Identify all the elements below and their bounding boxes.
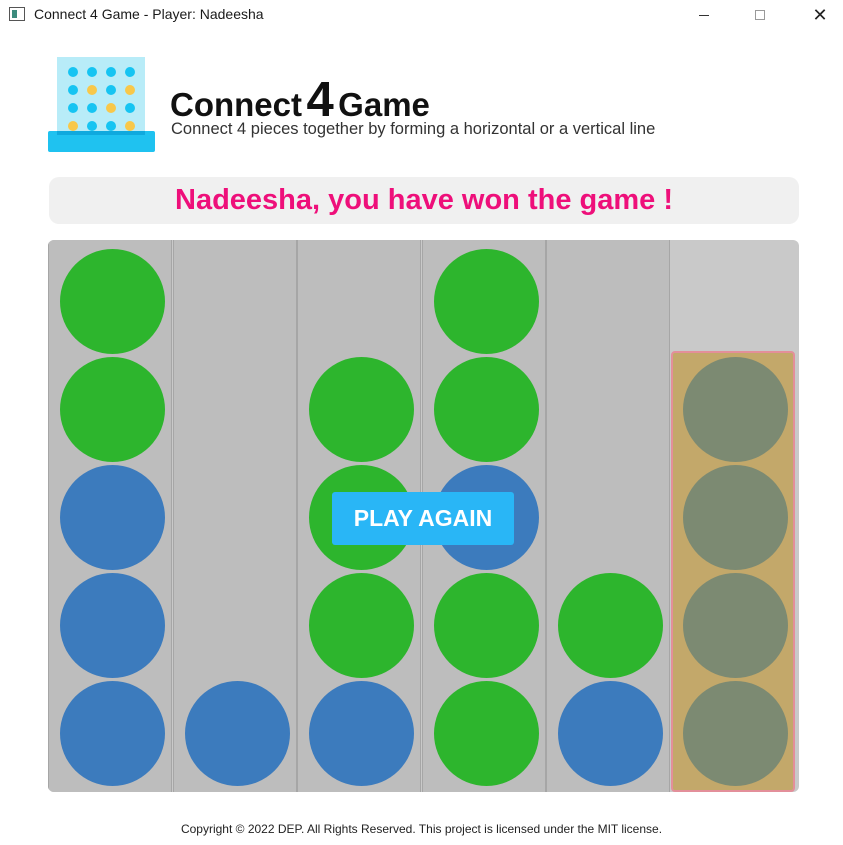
logo-dot (125, 103, 135, 113)
play-again-button[interactable]: PLAY AGAIN (332, 492, 514, 545)
green-piece (434, 357, 539, 462)
green-piece (309, 357, 414, 462)
winning-piece (683, 357, 788, 462)
window-title-bar: Connect 4 Game - Player: Nadeesha ✕ (0, 0, 843, 30)
green-piece (60, 357, 165, 462)
logo-stand-top (57, 131, 145, 135)
logo-dot (106, 67, 116, 77)
logo-dot (125, 85, 135, 95)
logo-dot (68, 121, 78, 131)
app-icon (9, 7, 25, 21)
close-icon: ✕ (812, 4, 828, 26)
green-piece (434, 681, 539, 786)
blue-piece (309, 681, 414, 786)
title-number: 4 (306, 73, 334, 127)
logo-dot (87, 67, 97, 77)
logo-dot (87, 103, 97, 113)
minimize-icon (699, 14, 709, 16)
logo-dot (106, 121, 116, 131)
green-piece (309, 573, 414, 678)
logo-dot (125, 121, 135, 131)
winning-piece (683, 465, 788, 570)
winning-piece (683, 681, 788, 786)
winning-piece (683, 573, 788, 678)
green-piece (434, 573, 539, 678)
logo-dot (87, 85, 97, 95)
title-word-game: Game (338, 86, 430, 123)
title-word-connect: Connect (170, 86, 302, 123)
logo-dot (68, 103, 78, 113)
minimize-button[interactable] (681, 0, 727, 30)
window-title: Connect 4 Game - Player: Nadeesha (34, 6, 264, 22)
blue-piece (60, 465, 165, 570)
page-subtitle: Connect 4 pieces together by forming a h… (171, 120, 656, 138)
blue-piece (558, 681, 663, 786)
blue-piece (185, 681, 290, 786)
blue-piece (60, 573, 165, 678)
logo-dot (125, 67, 135, 77)
logo-dot (106, 85, 116, 95)
green-piece (558, 573, 663, 678)
maximize-icon (755, 10, 765, 20)
footer-copyright: Copyright © 2022 DEP. All Rights Reserve… (180, 822, 663, 836)
green-piece (434, 249, 539, 354)
status-message: Nadeesha, you have won the game ! (175, 184, 673, 216)
status-banner: Nadeesha, you have won the game ! (49, 177, 799, 224)
blue-piece (60, 681, 165, 786)
logo-dot (87, 121, 97, 131)
close-button[interactable]: ✕ (797, 0, 843, 30)
green-piece (60, 249, 165, 354)
maximize-button[interactable] (737, 0, 783, 30)
logo-dot (68, 67, 78, 77)
logo-dot (68, 85, 78, 95)
logo-dot (106, 103, 116, 113)
connect-four-board-icon (48, 57, 155, 152)
